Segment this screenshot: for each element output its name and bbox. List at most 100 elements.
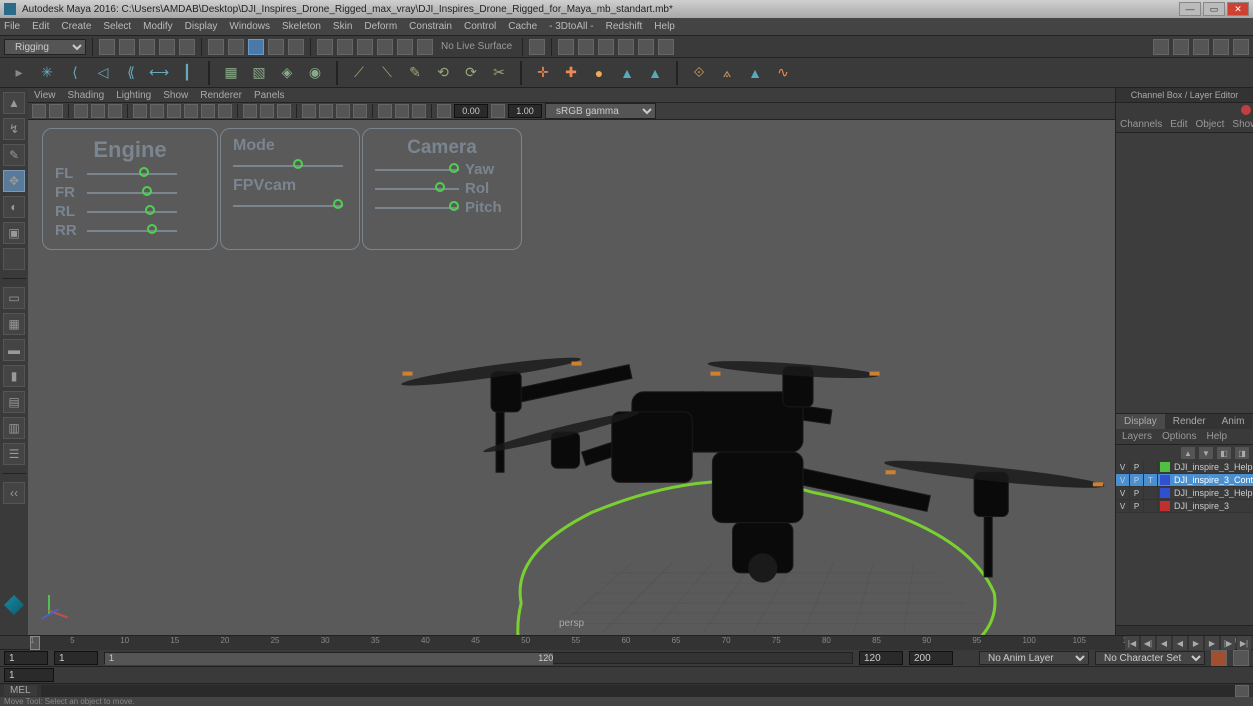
layout-two-h-icon[interactable]: ▬ — [3, 339, 25, 361]
snap-grid-icon[interactable] — [317, 39, 333, 55]
layer-vis-toggle[interactable]: V — [1116, 500, 1130, 513]
vp-aa-icon[interactable] — [336, 104, 350, 118]
menu-create[interactable]: Create — [61, 21, 91, 32]
time-slider[interactable]: 1510152025303540455055606570758085909510… — [0, 635, 1253, 649]
layer-playback-toggle[interactable]: P — [1130, 461, 1144, 474]
panel-layout-d-icon[interactable] — [1213, 39, 1229, 55]
cluster-icon[interactable]: ▧ — [248, 62, 270, 84]
menu-display[interactable]: Display — [185, 21, 218, 32]
viewport[interactable]: Engine FL FR RL RR Mode FPVcam Camera Ya… — [28, 120, 1115, 635]
snap-plane-icon[interactable] — [377, 39, 393, 55]
vp-cam-icon[interactable] — [32, 104, 46, 118]
play-prev-key-icon[interactable]: ◀| — [1141, 636, 1155, 650]
vp-xray-icon[interactable] — [260, 104, 274, 118]
hik-icon[interactable]: ⟐ — [688, 62, 710, 84]
prune-weights-icon[interactable]: ✂ — [488, 62, 510, 84]
layer-color-swatch[interactable] — [1160, 462, 1170, 472]
move-tool-icon[interactable]: ✥ — [3, 170, 25, 192]
layout-three-icon[interactable]: ▤ — [3, 391, 25, 413]
layer-menu-help[interactable]: Help — [1206, 431, 1227, 442]
menu-modify[interactable]: Modify — [143, 21, 172, 32]
menu-file[interactable]: File — [4, 21, 20, 32]
layer-tab-render[interactable]: Render — [1165, 414, 1214, 429]
paint-weights-icon[interactable]: ✎ — [404, 62, 426, 84]
blend-shape-icon[interactable]: ◈ — [276, 62, 298, 84]
layer-type-toggle[interactable] — [1144, 500, 1158, 513]
hik-char-icon[interactable]: ⟑ — [716, 62, 738, 84]
prefs-icon[interactable] — [1233, 650, 1249, 666]
layer-type-toggle[interactable]: T — [1144, 474, 1158, 487]
vp-shadows-icon[interactable] — [218, 104, 232, 118]
layer-menu-layers[interactable]: Layers — [1122, 431, 1152, 442]
render-globals-icon[interactable] — [618, 39, 634, 55]
layer-move-down-icon[interactable]: ▼ — [1199, 447, 1213, 459]
layout-custom-icon[interactable]: ▥ — [3, 417, 25, 439]
history-icon[interactable] — [529, 39, 545, 55]
play-fwd-icon[interactable]: ▶ — [1189, 636, 1203, 650]
menu-cache[interactable]: Cache — [508, 21, 537, 32]
sel-edge-icon[interactable] — [228, 39, 244, 55]
constraint-point-icon[interactable]: ✛ — [532, 62, 554, 84]
cb-tab-edit[interactable]: Edit — [1170, 119, 1187, 130]
layer-vis-toggle[interactable]: V — [1116, 461, 1130, 474]
vp-menu-panels[interactable]: Panels — [254, 90, 285, 101]
render-settings-icon[interactable] — [598, 39, 614, 55]
panel-layout-c-icon[interactable] — [1193, 39, 1209, 55]
orient-joint-icon[interactable]: ┃ — [176, 62, 198, 84]
vp-menu-view[interactable]: View — [34, 90, 56, 101]
ik-handle-icon[interactable]: ⟨ — [64, 62, 86, 84]
vp-safe-icon[interactable] — [108, 104, 122, 118]
vp-wireframe-icon[interactable] — [150, 104, 164, 118]
play-next-key-icon[interactable]: |▶ — [1221, 636, 1235, 650]
layer-playback-toggle[interactable]: P — [1130, 500, 1144, 513]
open-icon[interactable] — [119, 39, 135, 55]
range-start-in[interactable] — [54, 651, 98, 665]
layer-type-toggle[interactable] — [1144, 461, 1158, 474]
joint-tool-icon[interactable]: ✳ — [36, 62, 58, 84]
cmd-lang-label[interactable]: MEL — [4, 685, 37, 696]
autokey-icon[interactable] — [1211, 650, 1227, 666]
layer-row[interactable]: VPDJI_inspire_3 — [1116, 500, 1253, 513]
layer-new-empty-icon[interactable]: ◧ — [1217, 447, 1231, 459]
vp-ao-icon[interactable] — [302, 104, 316, 118]
lattice-icon[interactable]: ▦ — [220, 62, 242, 84]
rigid-bind-icon[interactable]: ⟍ — [376, 62, 398, 84]
snap-toggle-icon[interactable] — [417, 39, 433, 55]
layer-playback-toggle[interactable]: P — [1130, 487, 1144, 500]
undo-icon[interactable] — [159, 39, 175, 55]
collapse-icon[interactable]: ‹‹ — [3, 482, 25, 504]
scale-tool-icon[interactable]: ▣ — [3, 222, 25, 244]
vp-exposure-icon[interactable] — [437, 104, 451, 118]
save-icon[interactable] — [139, 39, 155, 55]
character-set-dropdown[interactable]: No Character Set — [1095, 651, 1205, 665]
constraint-parent-icon[interactable]: ▲ — [616, 62, 638, 84]
minimize-button[interactable]: — — [1179, 2, 1201, 16]
mirror-joint-icon[interactable]: ⟷ — [148, 62, 170, 84]
ik-spline-icon[interactable]: ◁ — [92, 62, 114, 84]
vp-menu-renderer[interactable]: Renderer — [200, 90, 242, 101]
vp-view-t-icon[interactable] — [412, 104, 426, 118]
play-next-icon[interactable]: ▶ — [1205, 636, 1219, 650]
play-start-icon[interactable]: |◀ — [1125, 636, 1139, 650]
layer-playback-toggle[interactable]: P — [1130, 474, 1144, 487]
menu-deform[interactable]: Deform — [364, 21, 397, 32]
layer-new-icon[interactable]: ◨ — [1235, 447, 1249, 459]
vp-colorspace-dropdown[interactable]: sRGB gamma — [545, 103, 656, 119]
cb-tab-channels[interactable]: Channels — [1120, 119, 1162, 130]
cb-tab-object[interactable]: Object — [1196, 119, 1225, 130]
menu-windows[interactable]: Windows — [229, 21, 270, 32]
panel-layout-e-icon[interactable] — [1233, 39, 1249, 55]
menu-help[interactable]: Help — [654, 21, 675, 32]
play-end-icon[interactable]: ▶| — [1237, 636, 1251, 650]
vp-menu-shading[interactable]: Shading — [68, 90, 105, 101]
play-rev-icon[interactable]: ◀ — [1173, 636, 1187, 650]
new-icon[interactable] — [99, 39, 115, 55]
hik-retarget-icon[interactable]: ▲ — [744, 62, 766, 84]
menu-skin[interactable]: Skin — [333, 21, 352, 32]
vp-grid-icon[interactable] — [133, 104, 147, 118]
vp-menu-lighting[interactable]: Lighting — [116, 90, 151, 101]
lasso-tool-icon[interactable]: ↯ — [3, 118, 25, 140]
layer-color-swatch[interactable] — [1160, 501, 1170, 511]
layer-row[interactable]: VPDJI_inspire_3_Helpers — [1116, 461, 1253, 474]
workspace-dropdown[interactable]: Rigging — [4, 39, 86, 55]
